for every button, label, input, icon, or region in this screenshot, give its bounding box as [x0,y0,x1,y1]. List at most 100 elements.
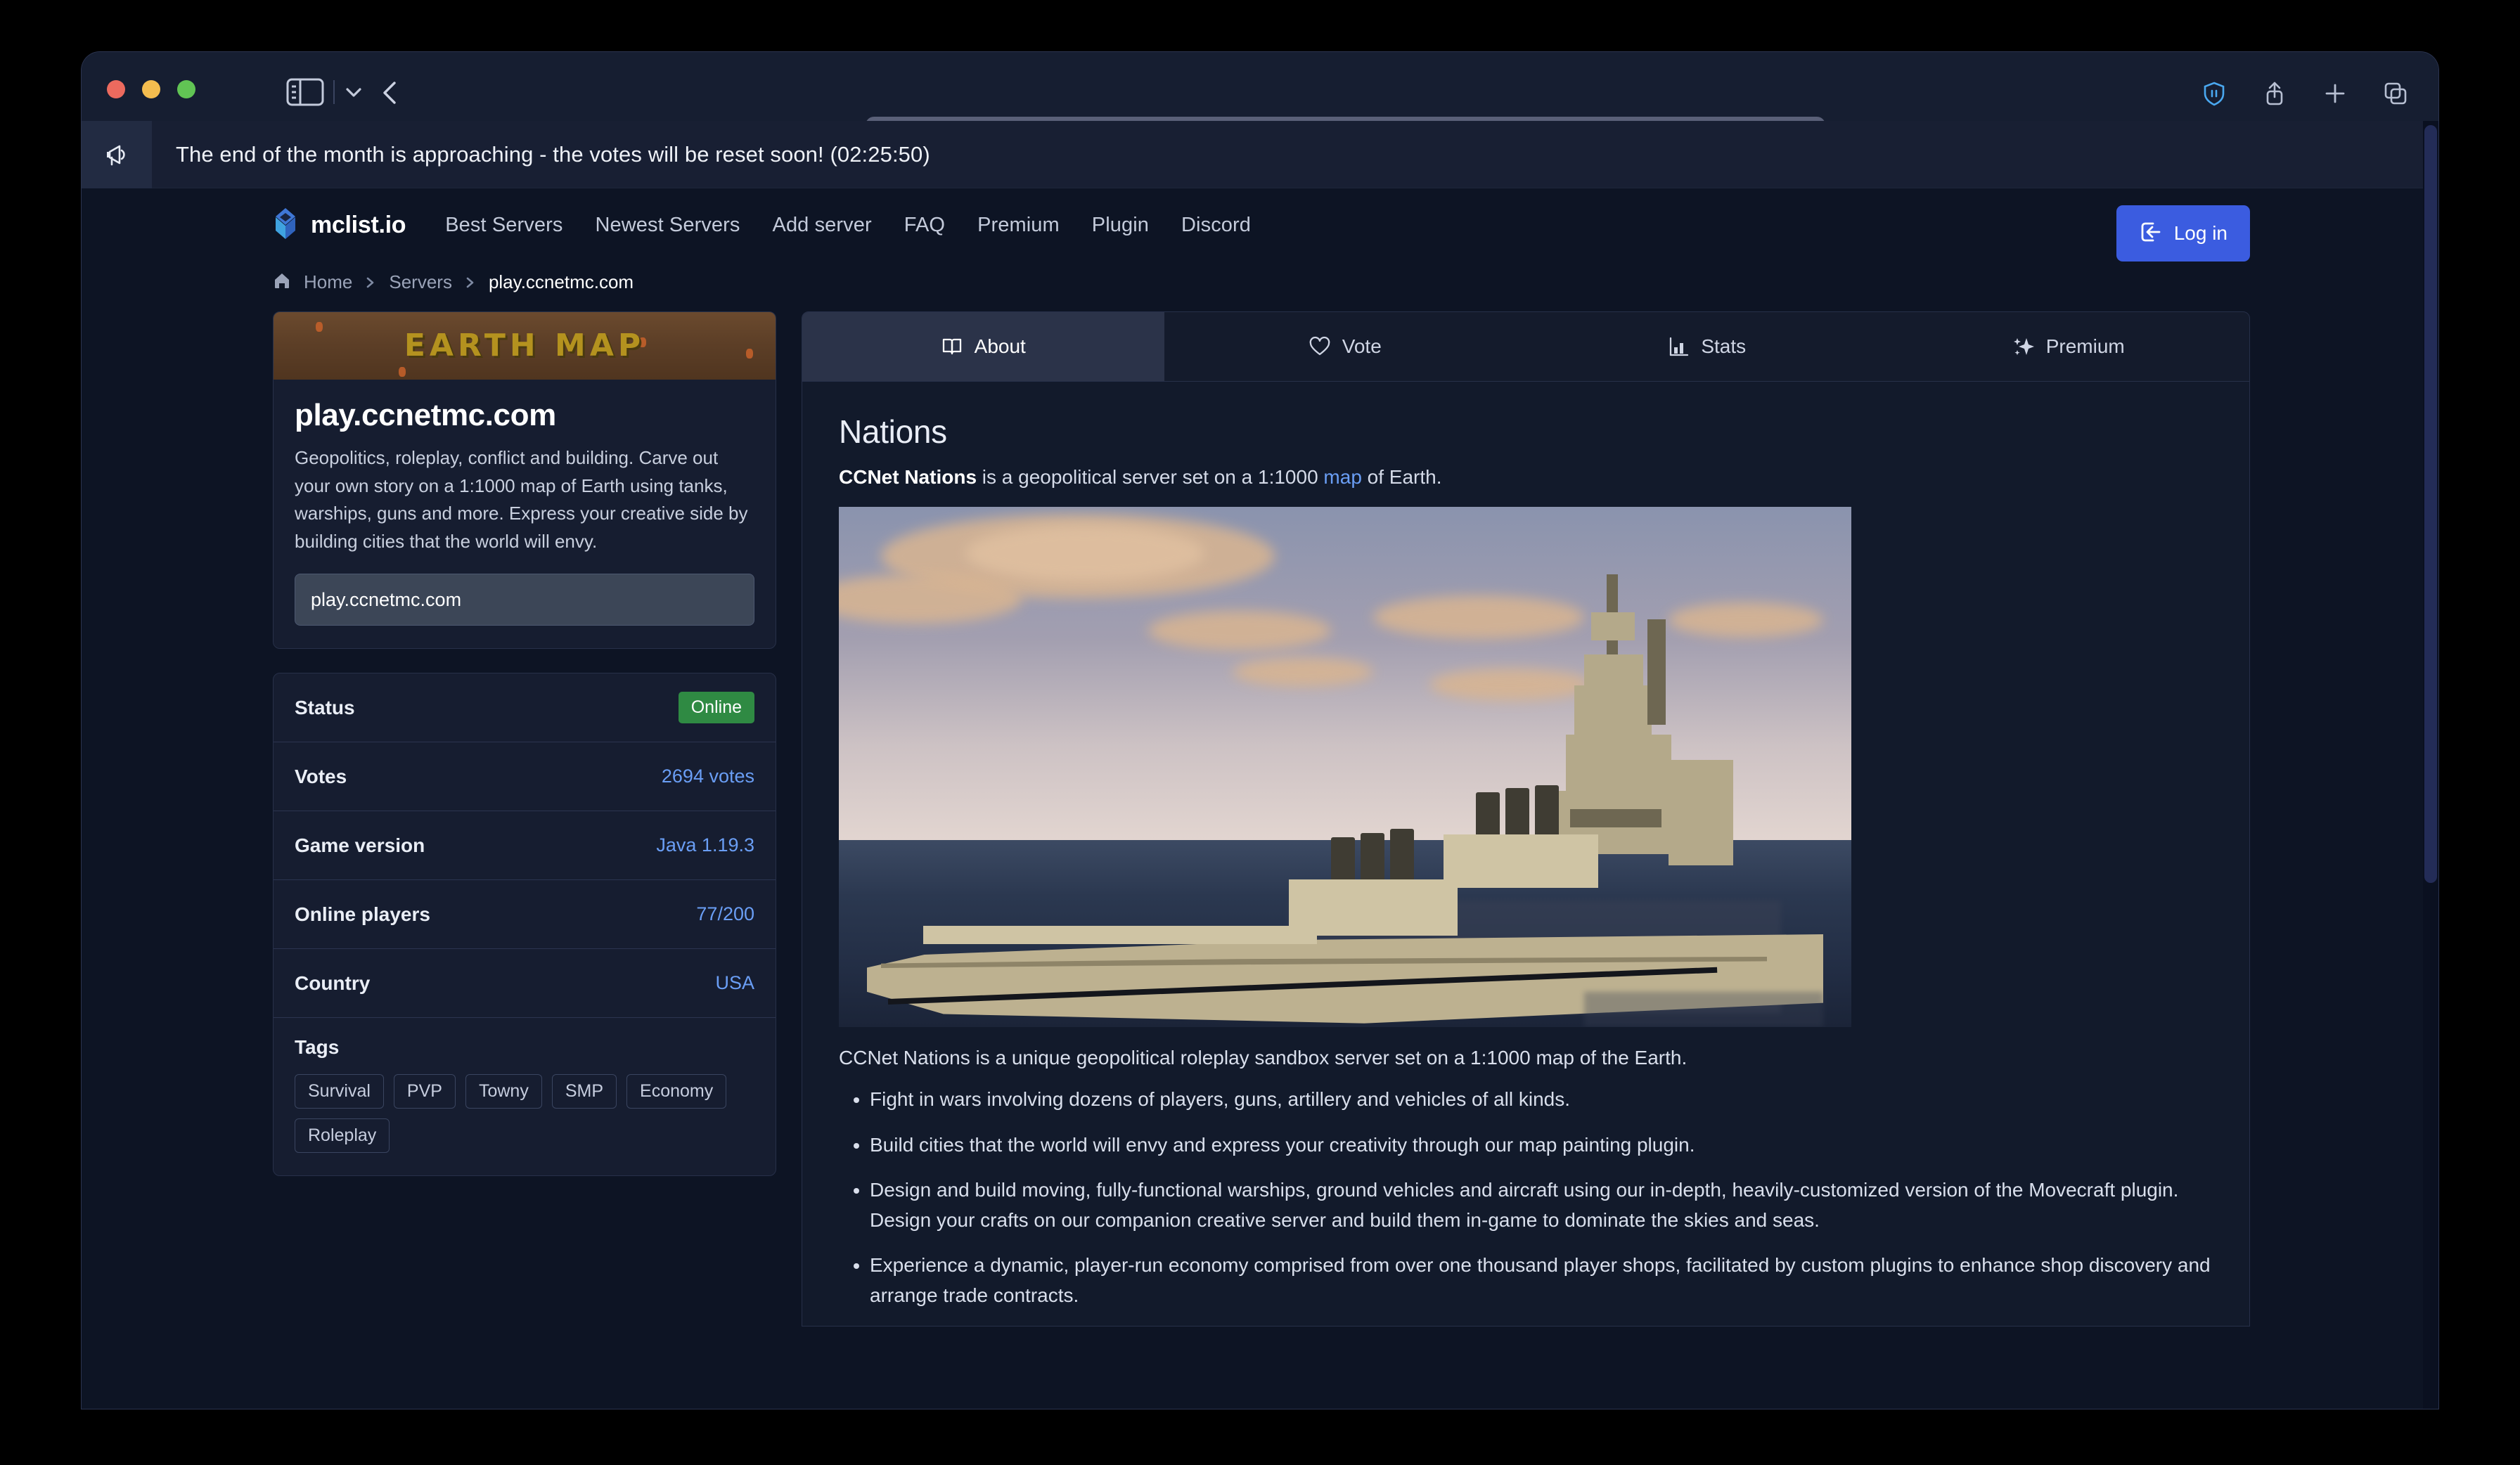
tab-label: Vote [1342,335,1382,357]
heart-icon [1309,335,1331,358]
stat-label: Country [295,972,371,994]
window-controls[interactable] [107,80,195,98]
page-viewport: The end of the month is approaching - th… [82,121,2438,1409]
nav-link-faq[interactable]: FAQ [904,214,945,237]
stat-value-online-players[interactable]: 77/200 [696,903,754,925]
tags-list: Survival PVP Towny SMP Economy Roleplay [295,1074,754,1154]
tag-chip[interactable]: Towny [465,1074,542,1109]
back-arrow-icon[interactable] [377,77,405,108]
stat-label: Votes [295,765,347,787]
stat-value-votes[interactable]: 2694 votes [662,766,754,787]
nav-link-discord[interactable]: Discord [1181,214,1251,237]
breadcrumb-servers[interactable]: Servers [389,271,452,293]
about-lede-rest: is a geopolitical server set on a 1:1000 [977,466,1324,488]
server-banner-title: EARTH MAP [404,328,645,363]
about-feature-list: Fight in wars involving dozens of player… [870,1085,2213,1310]
tag-chip[interactable]: Economy [626,1074,727,1109]
tab-label: Premium [2045,335,2125,357]
stat-value-game-version[interactable]: Java 1.19.3 [656,834,754,856]
brand-name: mclist.io [311,211,406,238]
minimize-window-button[interactable] [142,80,160,98]
site-brand[interactable]: mclist.io [271,207,406,244]
nav-link-newest-servers[interactable]: Newest Servers [595,214,740,237]
tab-premium[interactable]: Premium [1888,312,2250,381]
server-title: play.ccnetmc.com [295,398,556,432]
feature-item: Fight in wars involving dozens of player… [870,1085,2213,1115]
about-lede-tail: of Earth. [1361,466,1442,488]
chevron-right-icon [365,276,376,290]
about-panel: Nations CCNet Nations is a geopolitical … [802,382,2250,1327]
bar-chart-icon [1667,335,1690,358]
browser-window: mclist.io [82,52,2438,1409]
browser-titlebar: mclist.io [82,52,2438,160]
tab-vote[interactable]: Vote [1164,312,1526,381]
breadcrumb-current: play.ccnetmc.com [488,271,634,292]
content-tabs: About Vote Stats Premium [802,311,2250,382]
nav-links: Best Servers Newest Servers Add server F… [445,214,1251,237]
browser-toolbar-actions [2201,80,2409,107]
tab-label: About [974,335,1026,357]
chevron-down-icon[interactable] [343,83,364,101]
stat-row-status: Status Online [274,673,776,743]
shield-extension-icon[interactable] [2201,80,2228,107]
maximize-window-button[interactable] [177,80,195,98]
tab-about[interactable]: About [802,312,1164,381]
stat-label: Online players [295,903,430,925]
feature-item: Experience a dynamic, player-run economy… [870,1251,2213,1310]
nav-link-plugin[interactable]: Plugin [1092,214,1149,237]
home-icon[interactable] [273,271,291,293]
about-lede: CCNet Nations is a geopolitical server s… [839,466,2213,489]
feature-item: Design and build moving, fully-functiona… [870,1175,2213,1235]
server-stats-card: Status Online Votes 2694 votes Game vers… [273,673,776,1177]
stat-value-country[interactable]: USA [715,972,754,994]
login-button-label: Log in [2173,222,2228,244]
tag-chip[interactable]: PVP [393,1074,456,1109]
mclist-cube-logo [271,207,300,244]
about-lede-bold: CCNet Nations [839,466,977,488]
stat-row-country: Country USA [274,949,776,1019]
server-address-value: play.ccnetmc.com [311,588,462,610]
map-link[interactable]: map [1323,466,1361,488]
nav-link-best-servers[interactable]: Best Servers [445,214,562,237]
tag-chip[interactable]: Survival [295,1074,384,1109]
nav-link-premium[interactable]: Premium [977,214,1060,237]
about-intro: CCNet Nations is a unique geopolitical r… [839,1047,1688,1069]
nav-link-add-server[interactable]: Add server [773,214,872,237]
tag-chip[interactable]: Roleplay [295,1118,390,1154]
stat-label: Status [295,696,355,718]
page-columns: EARTH MAP play.ccnetmc.com Geopolitics, … [82,311,2438,1327]
server-address-field[interactable]: play.ccnetmc.com [295,574,754,626]
share-icon[interactable] [2261,80,2288,107]
scrollbar-thumb[interactable] [2424,125,2437,883]
stat-row-votes: Votes 2694 votes [274,742,776,812]
close-window-button[interactable] [107,80,125,98]
feature-item: Build cities that the world will envy an… [870,1130,2213,1161]
login-button[interactable]: Log in [2116,205,2250,262]
tab-stats[interactable]: Stats [1526,312,1888,381]
chevron-right-icon [465,276,476,290]
minecraft-battleship-screenshot [839,507,1851,1027]
server-info-card: EARTH MAP play.ccnetmc.com Geopolitics, … [273,311,776,650]
announcement-banner: The end of the month is approaching - th… [82,121,2438,188]
page-scrollbar[interactable] [2423,121,2438,1409]
plus-icon[interactable] [2322,80,2348,107]
login-arrow-icon [2139,220,2163,247]
server-banner-image: EARTH MAP [274,312,776,380]
toolbar-divider [333,80,335,104]
book-icon [941,335,963,358]
megaphone-icon [82,121,152,188]
stat-label: Game version [295,834,425,856]
status-badge: Online [678,692,754,724]
tab-overview-icon[interactable] [2382,80,2409,107]
announcement-text: The end of the month is approaching - th… [176,141,930,167]
breadcrumb-home[interactable]: Home [304,271,352,293]
server-description: Geopolitics, roleplay, conflict and buil… [295,447,748,552]
tag-chip[interactable]: SMP [551,1074,617,1109]
server-sidebar: EARTH MAP play.ccnetmc.com Geopolitics, … [273,311,776,1177]
tags-title: Tags [295,1036,340,1059]
about-heading: Nations [839,413,947,450]
sparkle-icon [2012,335,2035,358]
main-content: About Vote Stats Premium Nations CCNet N… [802,311,2250,1327]
sidebar-toggle-icon[interactable] [285,77,325,107]
main-navigation: mclist.io Best Servers Newest Servers Ad… [82,188,2438,262]
